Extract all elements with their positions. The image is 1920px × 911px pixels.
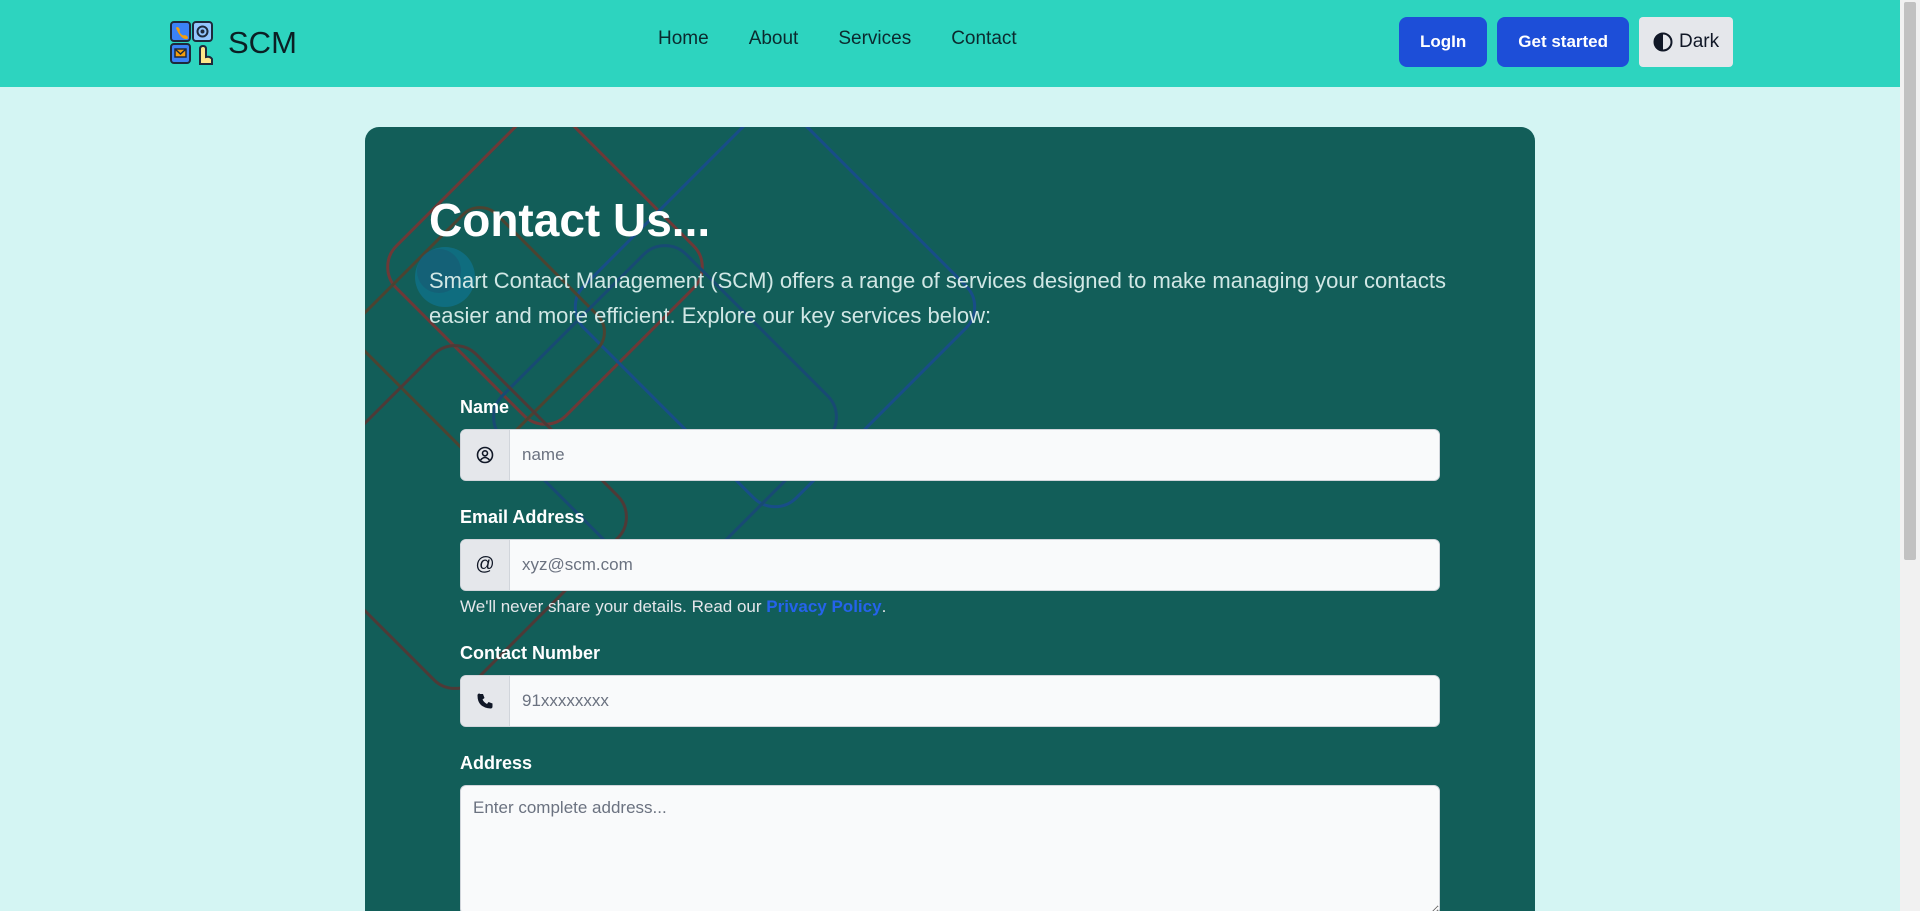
privacy-note: We'll never share your details. Read our… (460, 597, 1440, 617)
phone-field-group: Contact Number (460, 643, 1440, 727)
nav-link-about[interactable]: About (749, 28, 799, 50)
privacy-note-text: We'll never share your details. Read our (460, 597, 767, 616)
address-label: Address (460, 753, 533, 773)
scrollbar-thumb[interactable] (1904, 2, 1916, 560)
scm-logo-icon (170, 21, 213, 65)
privacy-policy-link[interactable]: Privacy Policy (766, 597, 881, 616)
name-field-group: Name (460, 397, 1440, 481)
page-description: Smart Contact Management (SCM) offers a … (429, 268, 1446, 328)
brand-name: SCM (228, 25, 297, 60)
scrollbar[interactable] (1900, 0, 1920, 911)
email-field-group: Email Address @ We'll never share your d… (460, 507, 1440, 617)
contact-card: Contact Us... Smart Contact Management (… (365, 127, 1535, 911)
page-title: Contact Us... (429, 194, 711, 246)
address-textarea[interactable] (460, 785, 1440, 911)
name-label: Name (460, 397, 510, 417)
address-field-group: Address (460, 753, 1440, 911)
email-label: Email Address (460, 507, 585, 527)
get-started-button[interactable]: Get started (1497, 17, 1630, 67)
nav-link-home[interactable]: Home (658, 28, 709, 50)
login-button[interactable]: LogIn (1399, 17, 1488, 67)
nav-link-services[interactable]: Services (838, 28, 911, 50)
email-input[interactable] (510, 540, 1439, 590)
name-input-group (460, 429, 1440, 481)
privacy-note-suffix: . (881, 597, 887, 616)
name-input[interactable] (510, 430, 1439, 480)
phone-icon (461, 676, 510, 726)
at-sign-icon: @ (461, 540, 510, 590)
navbar: SCM Home About Services Contact LogIn Ge… (0, 0, 1900, 87)
email-input-group: @ (460, 539, 1440, 591)
user-circle-icon (461, 430, 510, 480)
contrast-icon (1653, 32, 1673, 52)
brand[interactable]: SCM (170, 20, 297, 66)
phone-label: Contact Number (460, 643, 601, 663)
phone-input[interactable] (510, 676, 1439, 726)
contact-form: Name Email Address @ We'll never share y… (460, 397, 1440, 911)
nav-actions: LogIn Get started Dark (1399, 17, 1734, 67)
phone-input-group (460, 675, 1440, 727)
nav-links: Home About Services Contact (658, 28, 1017, 50)
nav-link-contact[interactable]: Contact (951, 28, 1016, 50)
theme-toggle-label: Dark (1679, 31, 1720, 52)
theme-toggle-button[interactable]: Dark (1639, 17, 1734, 67)
